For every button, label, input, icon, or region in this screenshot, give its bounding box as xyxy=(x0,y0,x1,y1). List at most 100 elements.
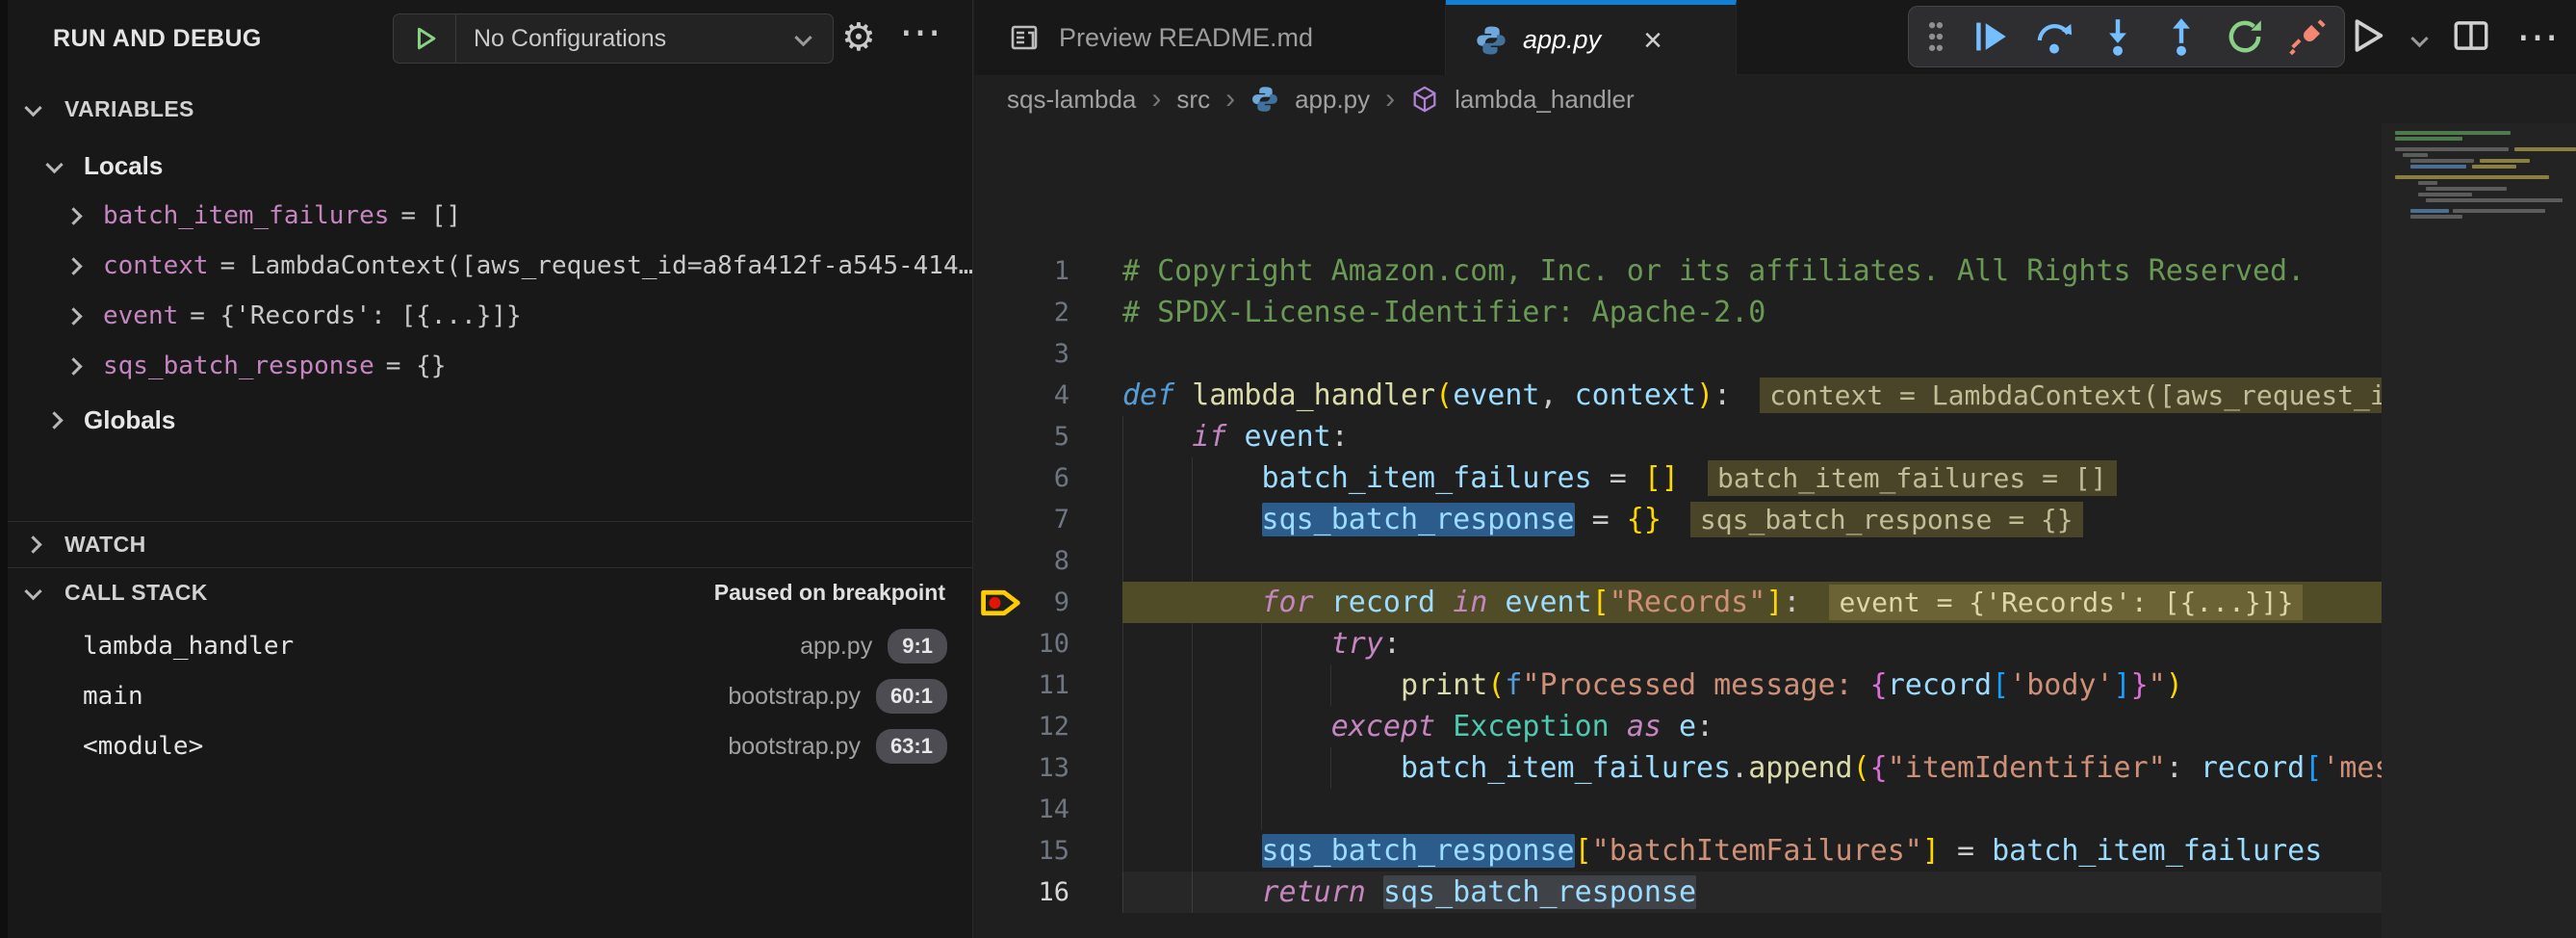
code-editor[interactable]: 1# Copyright Amazon.com, Inc. or its aff… xyxy=(974,123,2382,938)
minimap-line xyxy=(2410,165,2466,169)
breadcrumb-item[interactable]: app.py xyxy=(1295,85,1370,115)
variables-section-header[interactable]: VARIABLES xyxy=(0,91,972,127)
tab-label: Preview README.md xyxy=(1059,23,1313,53)
minimap-line xyxy=(2395,175,2549,179)
minimap-line xyxy=(2472,165,2516,169)
line-number: 13 xyxy=(974,753,1069,783)
minimap[interactable] xyxy=(2382,123,2576,938)
run-options-chevron-icon[interactable] xyxy=(2410,29,2428,46)
tab-preview-readme[interactable]: Preview README.md xyxy=(974,0,1446,75)
breadcrumb-item[interactable]: lambda_handler xyxy=(1455,85,1634,115)
frame-name: <module> xyxy=(83,732,203,761)
code-line[interactable]: 8 xyxy=(974,540,2382,582)
panel-title: RUN AND DEBUG xyxy=(53,25,262,53)
python-icon xyxy=(1475,24,1507,57)
line-number: 15 xyxy=(974,836,1069,866)
code-line[interactable]: 5 if event: xyxy=(974,416,2382,457)
variable-value: = {} xyxy=(386,352,447,380)
variable-value: = [] xyxy=(400,201,461,230)
code-line[interactable]: 2# SPDX-License-Identifier: Apache-2.0 xyxy=(974,292,2382,333)
variable-name: batch_item_failures xyxy=(103,201,389,230)
chevron-right-icon xyxy=(64,257,82,274)
continue-button[interactable] xyxy=(1971,16,2011,57)
code-line[interactable]: 12 except Exception as e: xyxy=(974,706,2382,747)
debug-config-label: No Configurations xyxy=(474,25,666,53)
markdown-preview-icon xyxy=(1009,22,1040,53)
more-actions-icon[interactable]: ⋯ xyxy=(2516,13,2559,63)
run-python-file-button[interactable] xyxy=(2346,14,2388,62)
disconnect-button[interactable] xyxy=(2288,16,2329,57)
code-text: try: xyxy=(1122,623,1401,664)
code-line[interactable]: 3 xyxy=(974,333,2382,375)
chevron-down-icon xyxy=(794,28,811,45)
code-line-cursor[interactable]: 16 return sqs_batch_response xyxy=(974,872,2382,913)
variable-row[interactable]: event = {'Records': [{...}]} xyxy=(0,291,972,341)
debug-inline-value: event = {'Records': [{...}]} xyxy=(1829,585,2303,620)
run-and-debug-header: RUN AND DEBUG No Configurations ⚙ ⋯ xyxy=(0,0,972,77)
frame-name: lambda_handler xyxy=(83,632,294,661)
code-text: sqs_batch_response["batchItemFailures"] … xyxy=(1122,830,2322,872)
step-out-button[interactable] xyxy=(2161,16,2202,57)
code-text: print(f"Processed message: {record['body… xyxy=(1122,664,2183,706)
code-text: sqs_batch_response = {} xyxy=(1122,499,1662,540)
scope-label: Globals xyxy=(84,405,175,435)
code-line[interactable]: 11 print(f"Processed message: {record['b… xyxy=(974,664,2382,706)
debug-inline-value: context = LambdaContext([aws_request_id=… xyxy=(1760,378,2382,413)
stack-frame-row[interactable]: main bootstrap.py 60:1 xyxy=(0,671,972,721)
minimap-line xyxy=(2418,193,2472,196)
dropdown-divider xyxy=(455,13,456,64)
step-over-button[interactable] xyxy=(2034,16,2074,57)
line-number: 3 xyxy=(974,339,1069,369)
paused-status-badge: Paused on breakpoint xyxy=(714,580,945,606)
code-line[interactable]: 14 xyxy=(974,789,2382,830)
frame-file: app.py xyxy=(800,633,872,661)
chevron-separator: › xyxy=(1151,83,1161,116)
locals-scope-row[interactable]: Locals xyxy=(0,141,972,191)
line-number: 2 xyxy=(974,298,1069,327)
frame-file: bootstrap.py xyxy=(728,683,861,711)
watch-section-header[interactable]: WATCH xyxy=(0,521,972,567)
restart-button[interactable] xyxy=(2225,16,2265,57)
code-text: batch_item_failures.append({"itemIdentif… xyxy=(1122,747,2382,789)
step-into-button[interactable] xyxy=(2098,16,2138,57)
breadcrumb: sqs-lambda › src › app.py › lambda_handl… xyxy=(1007,75,1635,123)
variable-row[interactable]: sqs_batch_response = {} xyxy=(0,341,972,391)
code-line[interactable]: 10 try: xyxy=(974,623,2382,664)
current-statement-breakpoint-icon[interactable] xyxy=(980,586,1022,619)
drag-handle-icon[interactable] xyxy=(1924,16,1947,57)
code-line[interactable]: 6 batch_item_failures = []batch_item_fai… xyxy=(974,457,2382,499)
breadcrumb-item[interactable]: src xyxy=(1176,85,1210,115)
variable-value: = LambdaContext([aws_request_id=a8fa412f… xyxy=(220,251,973,280)
code-text: for record in event["Records"]: xyxy=(1122,582,1800,623)
minimap-line xyxy=(2410,209,2449,213)
code-line[interactable]: 1# Copyright Amazon.com, Inc. or its aff… xyxy=(974,250,2382,292)
frame-name: main xyxy=(83,682,143,711)
code-line-current[interactable]: 9 for record in event["Records"]:event =… xyxy=(974,582,2382,623)
code-line[interactable]: 4def lambda_handler(event, context):cont… xyxy=(974,375,2382,416)
line-number: 5 xyxy=(974,422,1069,452)
gear-icon[interactable]: ⚙ xyxy=(841,14,876,61)
code-line[interactable]: 7 sqs_batch_response = {}sqs_batch_respo… xyxy=(974,499,2382,540)
more-actions-icon[interactable]: ⋯ xyxy=(899,8,941,58)
variable-row[interactable]: batch_item_failures = [] xyxy=(0,191,972,241)
globals-scope-row[interactable]: Globals xyxy=(0,395,972,445)
stack-frame-row[interactable]: lambda_handler app.py 9:1 xyxy=(0,621,972,671)
line-number: 14 xyxy=(974,795,1069,824)
minimap-line xyxy=(2410,159,2474,163)
stack-frame-row[interactable]: <module> bootstrap.py 63:1 xyxy=(0,721,972,771)
call-stack-section-header[interactable]: CALL STACK Paused on breakpoint xyxy=(0,567,972,617)
breadcrumb-item[interactable]: sqs-lambda xyxy=(1007,85,1136,115)
variables-title: VARIABLES xyxy=(64,96,194,122)
close-icon[interactable]: × xyxy=(1643,24,1662,57)
minimap-line xyxy=(2480,159,2530,163)
code-line[interactable]: 13 batch_item_failures.append({"itemIden… xyxy=(974,747,2382,789)
call-stack-title: CALL STACK xyxy=(64,580,208,606)
tab-app-py[interactable]: app.py × xyxy=(1446,0,1737,75)
line-number: 7 xyxy=(974,505,1069,534)
debug-config-dropdown[interactable]: No Configurations xyxy=(393,13,834,64)
chevron-down-icon xyxy=(24,583,41,600)
code-line[interactable]: 15 sqs_batch_response["batchItemFailures… xyxy=(974,830,2382,872)
start-debugging-icon[interactable] xyxy=(411,24,440,53)
variable-row[interactable]: context = LambdaContext([aws_request_id=… xyxy=(0,241,972,291)
split-editor-button[interactable] xyxy=(2451,15,2491,61)
